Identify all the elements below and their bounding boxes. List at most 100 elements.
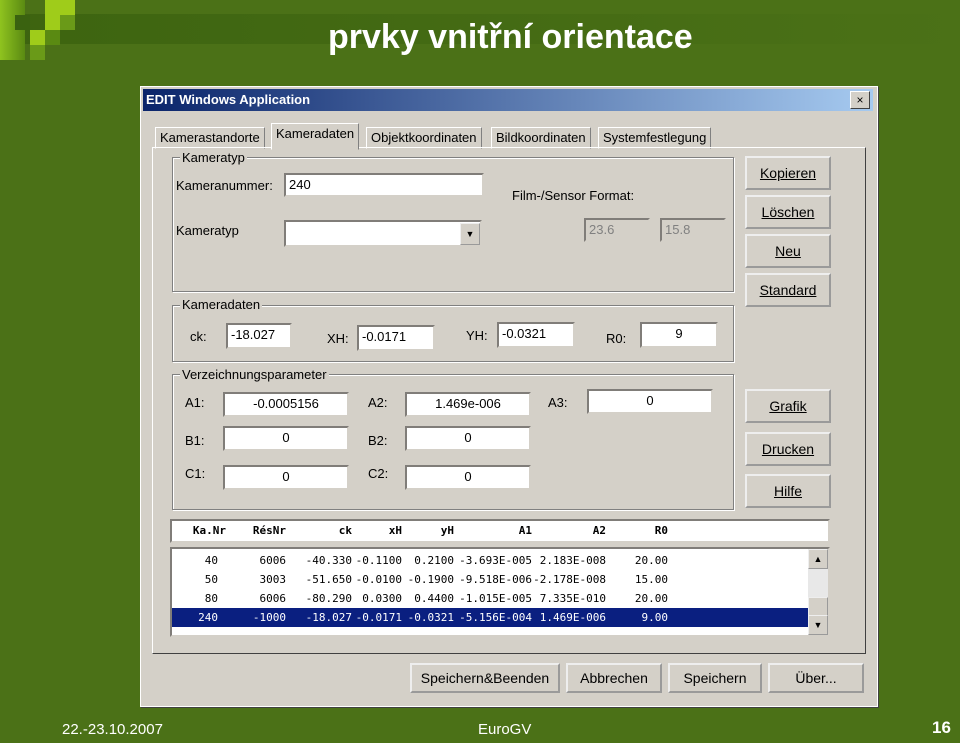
format-y-input: 15.8 bbox=[660, 218, 726, 242]
table-row[interactable]: 40 6006 -40.330 -0.1100 0.2100 -3.693E-005 2.1… bbox=[172, 551, 808, 570]
table-row[interactable]: 50 3003 -51.650 -0.0100 -0.1900 -9.518E-006 -2… bbox=[172, 570, 808, 589]
abbrechen-button[interactable]: Abbrechen bbox=[566, 663, 662, 693]
grafik-button[interactable]: Grafik bbox=[745, 389, 831, 423]
scroll-thumb[interactable] bbox=[808, 597, 828, 617]
table-cell: 7.335E-010 bbox=[539, 592, 606, 605]
col-yh[interactable]: yH bbox=[402, 524, 454, 537]
table-cell: -5.156E-004 bbox=[459, 611, 532, 624]
tab-kamerastandorte[interactable]: Kamerastandorte bbox=[155, 127, 265, 149]
a2-label: A2: bbox=[368, 395, 388, 410]
c2-input[interactable]: 0 bbox=[405, 465, 531, 490]
standard-button[interactable]: Standard bbox=[745, 273, 831, 307]
table-cell: 0.2100 bbox=[414, 554, 454, 567]
kameratyp-select[interactable] bbox=[284, 220, 482, 247]
table-cell: -18.027 bbox=[305, 611, 352, 624]
group-label: Kameratyp bbox=[180, 150, 247, 165]
col-resnr[interactable]: RésNr bbox=[226, 524, 286, 537]
chevron-down-icon[interactable]: ▼ bbox=[460, 223, 480, 245]
table-cell: 0.4400 bbox=[414, 592, 454, 605]
col-r0[interactable]: R0 bbox=[606, 524, 668, 537]
window-title: EDIT Windows Application bbox=[146, 92, 311, 107]
kopieren-button[interactable]: Kopieren bbox=[745, 156, 831, 190]
table-cell: 3003 bbox=[259, 573, 287, 586]
xh-label: XH: bbox=[327, 331, 349, 346]
table-cell: -80.290 bbox=[305, 592, 352, 605]
scrollbar[interactable]: ▲ ▼ bbox=[808, 549, 828, 635]
b1-input[interactable]: 0 bbox=[223, 426, 349, 451]
a1-label: A1: bbox=[185, 395, 205, 410]
yh-label: YH: bbox=[466, 328, 488, 343]
a3-label: A3: bbox=[548, 395, 568, 410]
c2-label: C2: bbox=[368, 466, 389, 481]
yh-input[interactable]: -0.0321 bbox=[497, 322, 575, 348]
group-label: Verzeichnungsparameter bbox=[180, 367, 329, 382]
close-button[interactable]: × bbox=[850, 91, 870, 109]
b2-label: B2: bbox=[368, 433, 388, 448]
tab-objektkoordinaten[interactable]: Objektkoordinaten bbox=[366, 127, 482, 149]
col-a2[interactable]: A2 bbox=[532, 524, 606, 537]
ck-label: ck: bbox=[190, 329, 207, 344]
col-a1[interactable]: A1 bbox=[454, 524, 532, 537]
table-cell: -0.1100 bbox=[355, 554, 402, 567]
table-cell: -51.650 bbox=[305, 573, 352, 586]
scroll-down-icon[interactable]: ▼ bbox=[808, 615, 828, 635]
loeschen-button[interactable]: Löschen bbox=[745, 195, 831, 229]
table-cell: 20.00 bbox=[634, 554, 668, 567]
neu-button[interactable]: Neu bbox=[745, 234, 831, 268]
table-row[interactable]: 80 6006 -80.290 0.0300 0.4400 -1.015E-005 7.33… bbox=[172, 589, 808, 608]
table-cell: -1000 bbox=[252, 611, 286, 624]
a1-input[interactable]: -0.0005156 bbox=[223, 392, 349, 417]
table-cell: 80 bbox=[204, 592, 218, 605]
table-header: Ka.Nr RésNr ck xH yH A1 A2 R0 bbox=[170, 519, 830, 543]
table-cell: -1.015E-005 bbox=[459, 592, 532, 605]
slide-number: 16 bbox=[932, 718, 951, 737]
format-label: Film-/Sensor Format: bbox=[512, 188, 635, 203]
hilfe-button[interactable]: Hilfe bbox=[745, 474, 831, 508]
scroll-up-icon[interactable]: ▲ bbox=[808, 549, 828, 569]
col-xh[interactable]: xH bbox=[352, 524, 402, 537]
table-cell: -0.0321 bbox=[407, 611, 454, 624]
table-row[interactable]: 240 -1000 -18.027 -0.0171 -0.0321 -5.156E-004… bbox=[172, 608, 808, 627]
drucken-button[interactable]: Drucken bbox=[745, 432, 831, 466]
table-cell: 6006 bbox=[259, 592, 287, 605]
c1-label: C1: bbox=[185, 466, 206, 481]
kameratyp-label: Kameratyp bbox=[176, 223, 239, 238]
b2-input[interactable]: 0 bbox=[405, 426, 531, 451]
xh-input[interactable]: -0.0171 bbox=[357, 325, 435, 351]
r0-input[interactable]: 9 bbox=[640, 322, 718, 348]
table-cell: 50 bbox=[204, 573, 218, 586]
camera-list[interactable]: 40 6006 -40.330 -0.1100 0.2100 -3.693E-005 2.1… bbox=[170, 547, 830, 637]
tab-kameradaten[interactable]: Kameradaten bbox=[271, 123, 360, 150]
slide-date: 22.-23.10.2007 bbox=[62, 721, 163, 738]
speichern-button[interactable]: Speichern bbox=[668, 663, 762, 693]
col-kanr[interactable]: Ka.Nr bbox=[172, 524, 226, 537]
col-ck[interactable]: ck bbox=[286, 524, 352, 537]
ck-input[interactable]: -18.027 bbox=[226, 323, 292, 349]
format-x-input: 23.6 bbox=[584, 218, 650, 242]
table-cell: -3.693E-005 bbox=[459, 554, 532, 567]
table-cell: -0.0171 bbox=[355, 611, 402, 624]
kameranummer-label: Kameranummer: bbox=[176, 178, 273, 193]
table-cell: 240 bbox=[198, 611, 218, 624]
table-cell: 9.00 bbox=[641, 611, 669, 624]
speichern-beenden-button[interactable]: Speichern&Beenden bbox=[410, 663, 560, 693]
table-cell: -0.1900 bbox=[407, 573, 454, 586]
tab-bildkoordinaten[interactable]: Bildkoordinaten bbox=[491, 127, 591, 149]
ueber-button[interactable]: Über... bbox=[768, 663, 864, 693]
group-label: Kameradaten bbox=[180, 297, 263, 312]
r0-label: R0: bbox=[606, 331, 627, 346]
table-cell: 20.00 bbox=[634, 592, 668, 605]
table-cell: -0.0100 bbox=[355, 573, 402, 586]
table-cell: 6006 bbox=[259, 554, 287, 567]
c1-input[interactable]: 0 bbox=[223, 465, 349, 490]
table-cell: -40.330 bbox=[305, 554, 352, 567]
table-cell: 2.183E-008 bbox=[539, 554, 606, 567]
a3-input[interactable]: 0 bbox=[587, 389, 713, 414]
table-cell: 40 bbox=[204, 554, 218, 567]
table-cell: -2.178E-008 bbox=[533, 573, 606, 586]
b1-label: B1: bbox=[185, 433, 205, 448]
table-cell: 1.469E-006 bbox=[539, 611, 606, 624]
a2-input[interactable]: 1.469e-006 bbox=[405, 392, 531, 417]
kameranummer-input[interactable]: 240 bbox=[284, 173, 484, 197]
tab-systemfestlegung[interactable]: Systemfestlegung bbox=[598, 127, 712, 149]
